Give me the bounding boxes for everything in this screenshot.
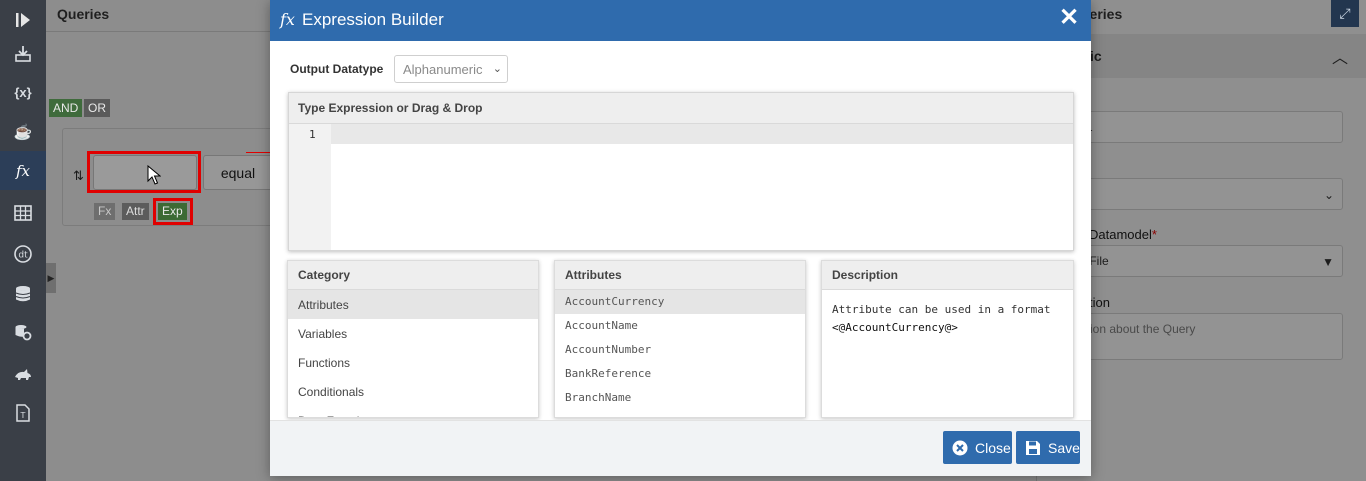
modal-footer: Close Save [270,420,1091,476]
description-panel: Description Attribute can be used in a f… [821,260,1074,418]
import-icon[interactable] [0,34,46,73]
close-icon[interactable]: ✕ [1057,5,1081,31]
left-icon-rail: {x} ☕ fx dt T [0,0,46,481]
collapse-panel-icon[interactable]: ▶ [46,263,56,293]
description-textarea[interactable]: ption about the Query [1059,313,1343,360]
description-text: Attribute can be used in a format [832,303,1051,316]
attribute-item[interactable]: AccountNumber [555,338,805,362]
section-title: ic [1090,48,1102,64]
rhino-icon[interactable] [0,355,46,394]
category-item-variables[interactable]: Variables [288,319,538,348]
description-code: <@AccountCurrency@> [832,321,958,334]
editor-header: Type Expression or Drag & Drop [289,93,1073,124]
chevron-down-icon: ⌄ [1323,188,1334,202]
attribute-item[interactable]: BankReference [555,362,805,386]
chevron-up-icon[interactable]: ︿ [1332,44,1348,68]
fx-icon[interactable]: fx [0,151,46,190]
editor-input-line[interactable] [331,124,1073,144]
query-name-input[interactable]: y1 [1059,111,1343,143]
and-toggle[interactable]: AND [49,99,83,117]
database-icon[interactable] [0,274,46,313]
category-list: Category Attributes Variables Functions … [287,260,539,418]
svg-text:dt: dt [18,250,28,260]
close-button-label: Close [975,439,1011,456]
variables-icon[interactable]: {x} [0,73,46,112]
save-button[interactable]: Save [1016,431,1080,464]
category-item-attributes[interactable]: Attributes [288,290,538,319]
modal-header: fx Expression Builder ✕ [270,0,1091,41]
fx-icon: fx [280,10,295,29]
mouse-cursor-icon [147,165,161,185]
caret-down-icon: ▼ [1322,255,1334,269]
svg-text:T: T [20,411,26,420]
java-icon[interactable]: ☕ [0,112,46,151]
category-item-functions[interactable]: Functions [288,348,538,377]
exp-highlight-box [153,198,193,225]
datamodel-label: Datamodel* [1089,227,1157,242]
save-button-label: Save [1048,439,1080,456]
attribute-item[interactable]: AccountCurrency [555,290,805,314]
chevron-down-icon: ⌄ [492,63,502,75]
query-type-select[interactable]: ⌄ [1059,178,1343,210]
description-header: Description [822,261,1073,290]
modal-title: Expression Builder [302,10,444,29]
expression-builder-modal: fx Expression Builder ✕ Output Datatype … [270,0,1091,476]
category-item-date-functions[interactable]: Date Functions [288,406,538,417]
operator-select[interactable]: equal [203,155,273,190]
expand-icon[interactable]: ⤢ [1331,0,1359,27]
attributes-header: Attributes [555,261,805,290]
close-circle-icon [951,439,968,456]
floppy-disk-icon [1024,439,1041,456]
settings-database-icon[interactable] [0,312,46,351]
category-header: Category [288,261,538,290]
table-icon[interactable] [0,193,46,232]
or-toggle[interactable]: OR [84,99,110,117]
output-datatype-label: Output Datatype [290,62,384,76]
attr-mode-button[interactable]: Attr [122,203,149,220]
datatype-icon[interactable]: dt [0,234,46,273]
close-button[interactable]: Close [943,431,1012,464]
attribute-item[interactable]: AccountName [555,314,805,338]
fx-mode-button[interactable]: Fx [94,203,116,220]
attribute-item[interactable]: BranchName [555,386,805,410]
attributes-list: Attributes AccountCurrency AccountName A… [554,260,806,418]
category-item-conditionals[interactable]: Conditionals [288,377,538,406]
field-highlight-box [87,151,201,193]
text-file-icon[interactable]: T [0,393,46,432]
queries-panel-title: Queries [57,6,110,22]
editor-gutter [289,124,331,250]
datamodel-select[interactable]: stFile ▼ [1059,245,1343,277]
expression-editor: Type Expression or Drag & Drop 1 [288,92,1074,251]
description-body: Attribute can be used in a format <@Acco… [822,290,1073,337]
description-label: tion [1089,295,1110,310]
output-datatype-select[interactable]: Alphanumeric ⌄ [394,55,508,83]
editor-title: Type Expression or Drag & Drop [298,101,483,115]
sort-icon[interactable]: ⇅ [73,168,84,184]
line-number: 1 [309,128,316,141]
